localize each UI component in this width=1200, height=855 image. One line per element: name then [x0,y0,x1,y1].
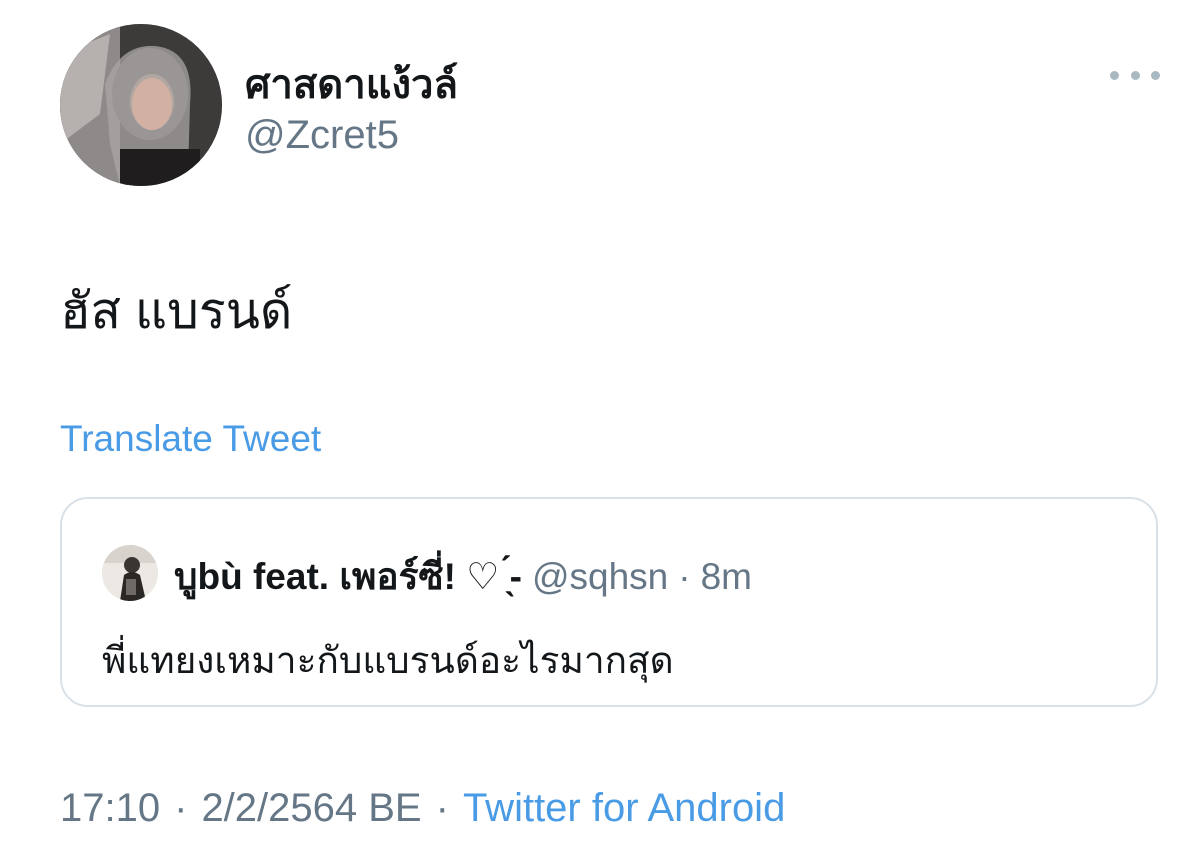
meta-separator: · [435,786,449,830]
quoted-author-avatar [102,545,158,601]
tweet-text: ฮัส แบรนด์ [60,283,293,339]
more-options-button[interactable] [1110,60,1160,90]
author-handle[interactable]: @Zcret5 [245,113,399,158]
avatar-image [60,24,222,186]
tweet-source-link[interactable]: Twitter for Android [463,786,785,831]
tweet-detail: ศาสดาแง้วล์ @Zcret5 ฮัส แบรนด์ Translate… [0,0,1200,855]
quoted-timestamp: 8m [700,556,752,597]
quoted-tweet-header: บูbù feat. เพอร์ซี่! ♡ ̖́- @sqhsn · 8m [174,547,752,606]
quoted-display-name: บูbù feat. เพอร์ซี่! ♡ ̖́- [174,556,522,597]
meta-separator: · [174,786,188,830]
more-dot-icon [1130,70,1140,80]
translate-tweet-link[interactable]: Translate Tweet [60,418,321,460]
author-display-name[interactable]: ศาสดาแง้วล์ [245,52,458,116]
tweet-meta: 17:10 · 2/2/2564 BE · Twitter for Androi… [60,786,785,831]
author-avatar[interactable] [60,24,222,186]
more-dot-icon [1151,70,1160,80]
quoted-separator: · [678,556,691,597]
tweet-time: 17:10 [60,786,161,830]
quoted-tweet-text: พี่แทยงเหมาะกับแบรนด์อะไรมากสุด [102,640,674,681]
tweet-date: 2/2/2564 BE [201,786,422,830]
more-dot-icon [1110,70,1119,80]
quoted-tweet-card[interactable]: บูbù feat. เพอร์ซี่! ♡ ̖́- @sqhsn · 8m พ… [60,497,1158,707]
quoted-handle: @sqhsn [531,556,669,597]
quoted-avatar-image [102,545,158,601]
